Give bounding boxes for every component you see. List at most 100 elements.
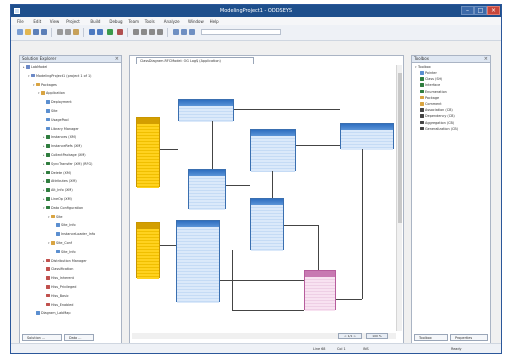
tree-item[interactable]: ▸ Attributes (XM) <box>43 179 77 184</box>
close-pane-icon[interactable]: × <box>115 56 119 62</box>
tree-item[interactable]: Library Manager <box>43 126 79 132</box>
diagram-entity[interactable] <box>250 129 296 172</box>
toolbox-item[interactable]: Generalization (CB) <box>420 126 458 132</box>
horizontal-scrollbar[interactable]: < 1/1 > 100 % <box>132 333 396 339</box>
tree-item-label: Attributes (XM) <box>51 179 77 184</box>
menu-item[interactable]: Tools <box>145 19 155 24</box>
zoom-icon[interactable] <box>157 29 163 35</box>
diagram-entity[interactable] <box>340 123 394 150</box>
save-icon[interactable] <box>33 29 39 35</box>
tab-properties[interactable]: Properties <box>450 334 488 341</box>
tree-item[interactable]: Hiss_Basic <box>43 293 69 299</box>
toolbar-combo[interactable] <box>201 29 281 35</box>
tree-item[interactable]: Hiss_Enabled <box>43 302 73 308</box>
open-icon[interactable] <box>25 29 31 35</box>
minimize-button[interactable]: – <box>461 6 474 15</box>
tree-item[interactable]: Site_Info <box>53 223 76 228</box>
diagram-canvas[interactable] <box>132 65 394 331</box>
tree-item[interactable]: Hiss_Privileged <box>43 285 76 290</box>
tree-item[interactable]: Hiss_Inherent <box>43 276 74 281</box>
tree-item[interactable]: ▸ InstanceRefs (XM) <box>43 144 82 149</box>
close-pane-icon[interactable]: × <box>484 56 488 62</box>
diagram-entity[interactable] <box>188 169 226 210</box>
tree-item[interactable]: ▾ Site <box>48 214 63 220</box>
diagram-entity[interactable] <box>250 198 284 251</box>
tree-item[interactable]: ▸ CollectPackage (XM) <box>43 153 86 158</box>
cut-icon[interactable] <box>57 29 63 35</box>
close-button[interactable]: × <box>487 6 500 15</box>
tree-item[interactable]: Classification <box>43 267 73 272</box>
tree-item[interactable]: ▸ LabModel <box>23 65 47 70</box>
vertical-scrollbar[interactable] <box>396 65 402 331</box>
tree-item[interactable]: Site_Info <box>53 249 76 255</box>
tree-item[interactable]: ▾ Data Configuration <box>43 205 83 211</box>
toolbox-item[interactable]: Interface <box>420 83 440 88</box>
toolbox-item[interactable]: Comment <box>420 102 442 107</box>
tree-item[interactable]: ▸ Distribution Manager <box>43 258 87 264</box>
tree-item[interactable]: Deployment <box>43 100 72 105</box>
stop-icon[interactable] <box>117 29 123 35</box>
tree-item[interactable]: ▸ Alt_Info (XM) <box>43 188 73 193</box>
maximize-button[interactable]: □ <box>474 6 487 15</box>
toolbox-item[interactable]: Enumeration <box>420 89 447 95</box>
zoom-level[interactable]: 100 % <box>366 333 388 339</box>
run-icon[interactable] <box>107 29 113 35</box>
toolbox-item[interactable]: Class (SH) <box>420 77 442 82</box>
layout-icon[interactable] <box>149 29 155 35</box>
toolbox-item[interactable]: Association (CB) <box>420 108 453 113</box>
diagram-entity[interactable] <box>136 222 160 279</box>
find-icon[interactable] <box>133 29 139 35</box>
menu-item[interactable]: File <box>17 19 24 24</box>
tree-node-icon <box>31 73 35 78</box>
scroll-thumb[interactable] <box>398 73 402 223</box>
redo-icon[interactable] <box>97 29 103 35</box>
paste-icon[interactable] <box>73 29 79 35</box>
diagram-entity[interactable] <box>136 117 160 188</box>
distribute-icon[interactable] <box>189 29 195 35</box>
tree-item[interactable]: ▸ LineOp (XM) <box>43 197 72 202</box>
page-navigator[interactable]: < 1/1 > <box>338 333 362 339</box>
tree-item[interactable]: ▸ Instances (XM) <box>43 135 76 140</box>
diagram-entity[interactable] <box>304 270 336 311</box>
toolbox-item[interactable]: Pointer <box>420 71 437 76</box>
toolbox-item-icon <box>420 114 424 118</box>
tree-item[interactable]: UsagePool <box>43 117 69 123</box>
menu-item[interactable]: Analyze <box>164 19 180 24</box>
menu-item[interactable]: Project <box>66 19 80 24</box>
toolbox-section[interactable]: ▾Toolbox <box>415 65 431 70</box>
toolbox-item-label: Dependency (CB) <box>425 114 455 119</box>
tree-item[interactable]: Diagram_LabMap <box>33 311 71 316</box>
tree-item[interactable]: ▸ SyncTransfer (XM) (RFG) <box>43 161 92 167</box>
tree-item[interactable]: InstanceLoader_Info <box>53 232 95 237</box>
tree-item[interactable]: Site <box>43 109 58 114</box>
document-tab[interactable]: ClassDiagram.RFCModel: OG Log$ (Applicat… <box>136 57 254 64</box>
toolbox-item[interactable]: Aggregation (CB) <box>420 120 454 126</box>
diagram-entity[interactable] <box>178 99 234 122</box>
new-icon[interactable] <box>17 29 23 35</box>
tree-item[interactable]: ▾ Application <box>38 91 65 96</box>
menu-item[interactable]: Help <box>210 19 219 24</box>
toolbox-item[interactable]: Package <box>420 95 439 101</box>
save-all-icon[interactable] <box>41 29 47 35</box>
menu-item[interactable]: Edit <box>33 19 41 24</box>
toolbox-item[interactable]: Dependency (CB) <box>420 114 455 119</box>
tab-solution[interactable]: Solution ... <box>22 334 62 341</box>
menu-item[interactable]: Build <box>90 19 100 24</box>
tree-item[interactable]: ▸ Delete (XM) <box>43 170 71 176</box>
undo-icon[interactable] <box>89 29 95 35</box>
menu-item[interactable]: Window <box>188 19 204 24</box>
tab-data[interactable]: Data ... <box>64 334 94 341</box>
menu-item[interactable]: Debug <box>109 19 122 24</box>
align-icon[interactable] <box>181 29 187 35</box>
menu-item[interactable]: View <box>50 19 60 24</box>
replace-icon[interactable] <box>141 29 147 35</box>
diagram-icon[interactable] <box>173 29 179 35</box>
toolbox-item-icon <box>420 120 424 125</box>
copy-icon[interactable] <box>65 29 71 35</box>
diagram-entity[interactable] <box>176 220 220 303</box>
tree-item[interactable]: ▾ Packages <box>33 82 57 88</box>
menu-item[interactable]: Team <box>128 19 139 24</box>
tree-item[interactable]: ▾ ModelingProject1 (project 1 of 1) <box>28 73 92 79</box>
tree-item[interactable]: ▾ Site_Conf <box>48 241 72 246</box>
tab-toolbox[interactable]: Toolbox <box>414 334 448 341</box>
